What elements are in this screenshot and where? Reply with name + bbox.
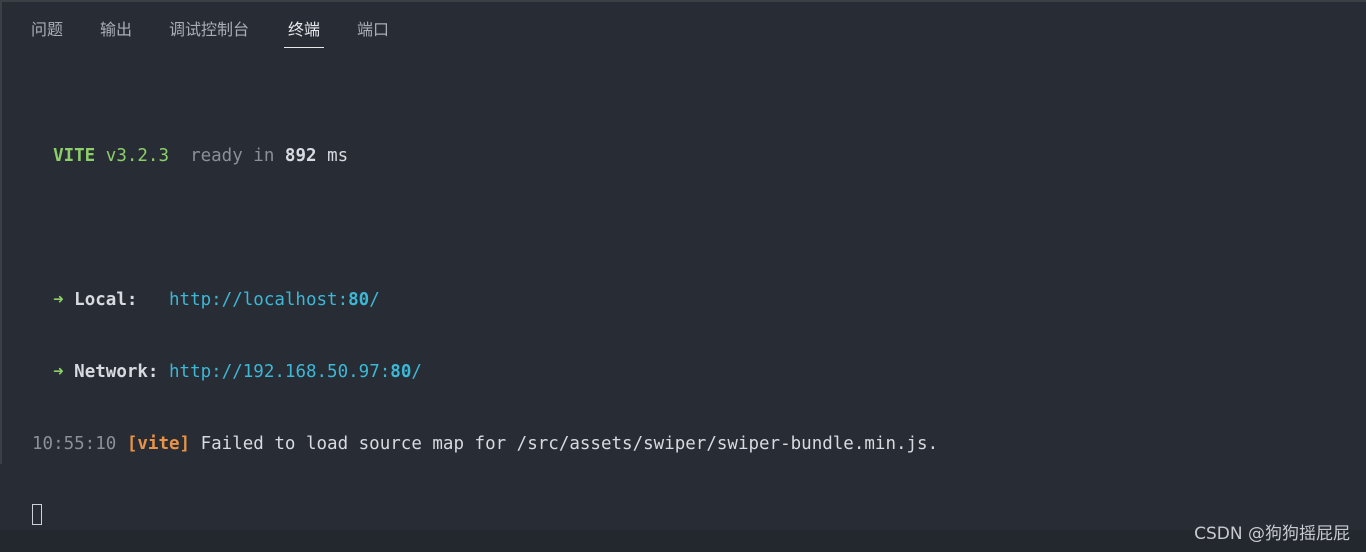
- panel-tab-bar: 问题 输出 调试控制台 终端 端口: [0, 2, 1366, 50]
- network-label: Network:: [74, 362, 159, 382]
- tab-ports[interactable]: 端口: [357, 18, 389, 42]
- local-url-line: ➜ Local: http://localhost:80/: [32, 288, 938, 312]
- tab-output[interactable]: 输出: [100, 18, 132, 42]
- vite-label: VITE: [53, 146, 96, 166]
- arrow-right-icon: ➜: [53, 362, 64, 382]
- log-line: 10:55:10 [vite] Failed to load source ma…: [32, 432, 938, 456]
- log-tag: [vite]: [126, 434, 191, 454]
- tab-debug-console[interactable]: 调试控制台: [169, 18, 249, 42]
- ready-text: ready in: [190, 146, 275, 166]
- watermark-text: CSDN @狗狗摇屁屁: [1194, 524, 1350, 544]
- vite-version: v3.2.3: [105, 146, 169, 166]
- tab-problems[interactable]: 问题: [31, 18, 63, 42]
- local-url-link[interactable]: http://localhost:80/: [169, 290, 380, 310]
- prompt-line: [32, 504, 938, 528]
- ready-time: 892: [284, 146, 317, 166]
- network-url-link[interactable]: http://192.168.50.97:80/: [169, 362, 422, 382]
- bottom-strip: [0, 530, 1366, 552]
- terminal-cursor[interactable]: [32, 504, 42, 525]
- arrow-right-icon: ➜: [53, 290, 64, 310]
- log-message: Failed to load source map for /src/asset…: [200, 434, 939, 454]
- active-tab-indicator: [284, 47, 324, 48]
- vite-ready-line: VITE v3.2.3 ready in 892 ms: [32, 144, 938, 168]
- ready-unit: ms: [327, 146, 349, 166]
- log-timestamp: 10:55:10: [32, 434, 117, 454]
- tab-terminal[interactable]: 终端: [288, 18, 320, 42]
- network-url-line: ➜ Network: http://192.168.50.97:80/: [32, 360, 938, 384]
- local-label: Local:: [74, 290, 138, 310]
- panel-left-border: [0, 2, 2, 464]
- terminal-panel: 问题 输出 调试控制台 终端 端口 VITE v3.2.3 ready in 8…: [0, 0, 1366, 552]
- terminal-output[interactable]: VITE v3.2.3 ready in 892 ms ➜ Local: htt…: [32, 96, 938, 552]
